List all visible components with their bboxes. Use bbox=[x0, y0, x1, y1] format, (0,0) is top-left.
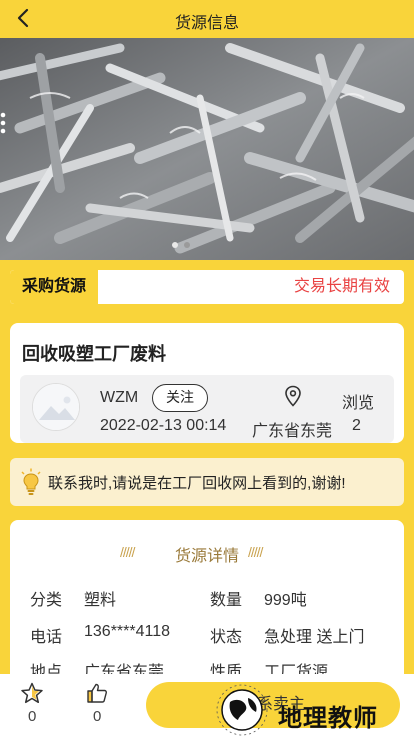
bottom-action-bar: 0 0 联系卖主 bbox=[0, 674, 414, 736]
section-title: 货源详情 bbox=[174, 548, 239, 565]
contact-seller-button[interactable]: 联系卖主 bbox=[146, 682, 400, 728]
detail-value-category: 塑料 bbox=[84, 592, 117, 609]
detail-label-phone: 电话 bbox=[30, 629, 63, 646]
title-decoration-right: ///// bbox=[248, 544, 263, 560]
view-count: 2 bbox=[352, 417, 361, 434]
detail-value-quantity: 999吨 bbox=[264, 592, 307, 609]
detail-label-quantity: 数量 bbox=[210, 592, 243, 609]
detail-label-category: 分类 bbox=[30, 592, 63, 609]
detail-value-status: 急处理 送上门 bbox=[264, 629, 365, 646]
seller-name: WZM bbox=[100, 389, 139, 406]
favorite-count: 0 bbox=[28, 708, 37, 725]
product-photo bbox=[0, 38, 414, 260]
seller-info[interactable]: WZM 关注 浏览 2022-02-13 00:14 广东省东莞 2 bbox=[20, 375, 394, 443]
seller-location: 广东省东莞 bbox=[252, 423, 333, 440]
purchase-tag: 采购货源 bbox=[10, 270, 98, 304]
notice-text: 联系我时,请说是在工厂回收网上看到的,谢谢! bbox=[48, 475, 346, 492]
contact-notice: 联系我时,请说是在工厂回收网上看到的,谢谢! bbox=[10, 458, 404, 506]
star-icon[interactable] bbox=[20, 682, 44, 704]
top-bar: 货源信息 bbox=[0, 0, 414, 38]
validity-text: 交易长期有效 bbox=[293, 278, 390, 295]
browse-label: 浏览 bbox=[342, 395, 375, 412]
like-count: 0 bbox=[93, 708, 102, 725]
product-card: 回收吸塑工厂废料 WZM 关注 浏览 2022-02-13 00:14 广东省东… bbox=[10, 323, 404, 443]
page-title: 货源信息 bbox=[174, 15, 239, 32]
avatar[interactable] bbox=[32, 383, 80, 431]
detail-label-status: 状态 bbox=[210, 629, 243, 646]
carousel-indicator bbox=[172, 242, 190, 248]
lightbulb-icon bbox=[21, 468, 41, 495]
mountain-placeholder-icon bbox=[33, 384, 79, 430]
purchase-type-bar: 采购货源 交易长期有效 bbox=[10, 270, 404, 304]
follow-button[interactable]: 关注 bbox=[152, 384, 208, 412]
detail-value-phone[interactable]: 136****4118 bbox=[84, 623, 170, 641]
location-pin-icon bbox=[285, 385, 301, 407]
post-date: 2022-02-13 00:14 bbox=[100, 417, 227, 434]
vertical-dots-icon[interactable] bbox=[0, 112, 6, 134]
product-title: 回收吸塑工厂废料 bbox=[22, 344, 166, 364]
product-image-carousel[interactable] bbox=[0, 38, 414, 260]
thumbs-up-icon[interactable] bbox=[86, 682, 108, 704]
